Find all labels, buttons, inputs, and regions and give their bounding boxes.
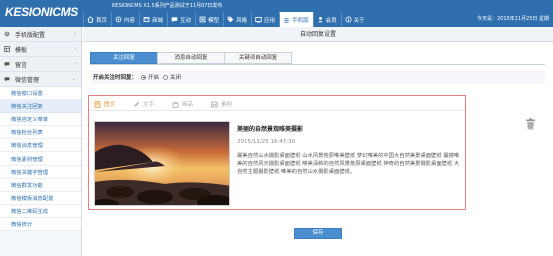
editor-divider [89,110,465,111]
article-icon [94,100,101,108]
article-title: 美丽的自然景观唯美摄影 [237,126,304,133]
sidebar-item-follow-reply[interactable]: 微信关注回复 [0,100,81,114]
user-icon [317,16,324,23]
nav-about[interactable]: 关于 [340,12,369,27]
sidebar-item-template-msg[interactable]: 微信模板消息配置 [0,191,81,205]
nav-model[interactable]: 模型 [195,12,223,27]
sidebar-group-label: 微信管理 [15,76,40,84]
sidebar-group-wechat[interactable]: 微信管理 ⌄ [0,72,81,87]
article-cover-image [94,121,230,206]
model-icon [199,16,206,23]
nav-label: 首页 [96,17,108,24]
chat-icon [171,16,178,23]
shop-icon [143,16,150,23]
save-button[interactable]: 保存 [294,228,342,239]
pen-icon [133,101,140,108]
template-icon [4,46,10,52]
nav-label: 关于 [353,17,365,24]
nav-shop[interactable]: 商城 [139,12,167,27]
nav-label: 手机版 [292,18,309,24]
nav-mobile[interactable]: 手机版 [279,12,313,27]
nav-content[interactable]: 内容 [111,12,139,27]
message-icon [4,61,10,67]
nav-home[interactable]: 首页 [83,12,111,27]
radio-enable[interactable]: 开启 [141,73,159,81]
sidebar: 手机版配置 › 模板 › 留言 › 微信管理 ⌄ 微信窗口设置 微信关注回复 微… [0,27,82,256]
reply-content-editor: 图文 文字 商品 素材 美丽的自然景观唯美摄影 2015/11/25 16:47… [88,95,466,210]
wechat-icon [4,76,10,82]
content-type-article[interactable]: 图文 [94,100,115,108]
content-type-label: 商品 [182,102,194,108]
top-nav: 首页 内容 商城 互动 模型 风格 应用 手机版 会员 关于 [83,12,369,27]
product-icon [172,101,179,108]
sidebar-item-keywords[interactable]: 微信关键字管理 [0,165,81,179]
top-bar: KESIONICMS KESIONCMS X1.5系列产品测试于11月07日发布… [0,0,553,27]
follow-reply-setting: 开启关注时回复： 开启 关闭 [90,70,545,84]
reply-tabs: 关注回复 消息自动回复 关键词自动回复 [90,52,292,64]
content-type-material[interactable]: 素材 [211,100,232,108]
nav-label: 会员 [325,17,337,24]
gear-icon [4,31,10,37]
nav-label: 互动 [180,17,192,24]
tab-divider [90,64,545,65]
sidebar-group-messages[interactable]: 留言 › [0,57,81,72]
home-icon [87,16,94,23]
nav-label: 应用 [264,17,276,24]
article-time: 2015/11/25 16:47:30 [237,139,296,145]
tag-icon [227,16,234,23]
content-type-tabs: 图文 文字 商品 素材 [94,100,232,108]
nav-members[interactable]: 会员 [312,12,341,27]
tab-follow-reply[interactable]: 关注回复 [90,52,158,64]
content-type-label: 素材 [221,102,233,108]
chevron-right-icon: › [74,31,76,37]
trash-icon[interactable] [525,118,536,130]
sidebar-item-qrcode[interactable]: 微信二维码生成 [0,204,81,218]
content-type-product[interactable]: 商品 [172,100,193,108]
content-type-text[interactable]: 文字 [133,100,154,108]
content-type-label: 文字 [143,102,155,108]
sidebar-item-custom-menu[interactable]: 微信自定义菜单 [0,113,81,127]
sidebar-group-label: 留言 [15,61,28,69]
current-date: 今天是：2015年11月25日 星期 [476,16,549,22]
page-title: 自动回复设置 [83,27,553,42]
sidebar-item-wechat-window[interactable]: 微信窗口设置 [0,87,81,101]
sidebar-item-fans-list[interactable]: 微信粉丝列表 [0,126,81,140]
logo: KESIONICMS [5,5,79,19]
sidebar-item-statistics[interactable]: 微信统计 [0,217,81,232]
radio-disable-label: 关闭 [170,75,182,81]
chevron-down-icon: ⌄ [71,76,76,82]
nav-style[interactable]: 风格 [223,12,251,27]
tab-message-auto-reply[interactable]: 消息自动回复 [157,52,225,64]
tab-keyword-auto-reply[interactable]: 关键词自动回复 [224,52,292,64]
mobile-icon [283,17,290,24]
sidebar-item-materials[interactable]: 微信素材管理 [0,152,81,166]
info-icon [345,16,352,23]
radio-enable-dot[interactable] [141,74,147,80]
sidebar-item-broadcast[interactable]: 微信群发功能 [0,178,81,192]
nav-interact[interactable]: 互动 [167,12,195,27]
nav-label: 模型 [208,17,220,24]
material-icon [211,101,218,108]
radio-enable-label: 开启 [148,75,160,81]
article-summary: 最美自然山水摄影桌面壁纸 山水风景荒原唯美壁纸 梦幻唯美的中国大自然美景桌面壁纸… [237,153,460,175]
sidebar-group-label: 手机版配置 [15,31,46,39]
setting-label: 开启关注时回复： [93,75,138,81]
nav-label: 内容 [124,17,136,24]
content-type-label: 图文 [104,102,116,108]
nav-label: 商城 [152,17,164,24]
system-notice[interactable]: KESIONCMS X1.5系列产品测试于11月07日发布 [112,2,222,9]
radio-disable[interactable]: 关闭 [163,73,181,81]
content-icon [115,16,122,23]
sidebar-group-label: 模板 [15,46,28,54]
sidebar-item-messages[interactable]: 微信消息管理 [0,139,81,153]
radio-disable-dot[interactable] [163,74,169,80]
chevron-right-icon: › [74,46,76,52]
sidebar-group-mobile-config[interactable]: 手机版配置 › [0,27,81,42]
chevron-right-icon: › [74,61,76,67]
nav-apps[interactable]: 应用 [251,12,279,27]
nav-label: 风格 [236,17,248,24]
sidebar-group-template[interactable]: 模板 › [0,42,81,57]
app-icon [255,16,262,23]
